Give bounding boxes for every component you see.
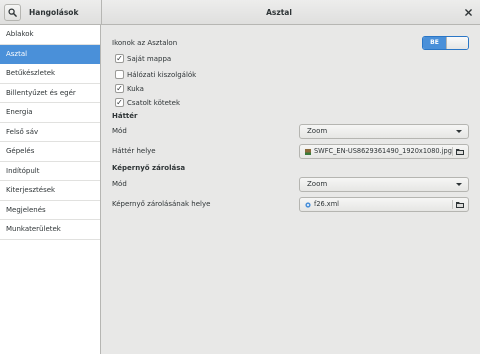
sidebar-item-ablakok[interactable]: Ablakok <box>0 25 100 45</box>
header-bar: Hangolások Asztal <box>0 0 480 25</box>
checkbox[interactable]: ✓ <box>115 54 124 63</box>
desktop-icons-label: Ikonok az Asztalon <box>112 39 178 47</box>
search-icon <box>8 8 17 17</box>
main-content: Ikonok az Asztalon BE ✓ Saját mappa Háló… <box>102 25 480 354</box>
sidebar-item-asztal[interactable]: Asztal <box>0 44 100 64</box>
xml-file-icon <box>305 202 311 208</box>
checkbox-network-servers[interactable]: Hálózati kiszolgálók <box>115 69 196 80</box>
checkbox-trash[interactable]: ✓ Kuka <box>115 83 144 94</box>
background-mode-label: Mód <box>112 127 127 135</box>
sidebar: Ablakok Asztal Betűkészletek Billentyűze… <box>0 25 101 354</box>
switch-knob <box>446 37 468 49</box>
page-title: Asztal <box>266 8 292 17</box>
separator <box>452 200 453 209</box>
chevron-down-icon <box>456 183 462 186</box>
checkbox-label: Kuka <box>127 84 144 93</box>
background-file-chooser[interactable]: SWFC_EN-US8629361490_1920x1080.jpg <box>299 144 469 159</box>
checkbox[interactable] <box>115 70 124 79</box>
check-icon: ✓ <box>116 53 123 63</box>
search-button[interactable] <box>4 4 21 21</box>
separator <box>452 147 453 156</box>
checkbox-mounted-volumes[interactable]: ✓ Csatolt kötetek <box>115 97 180 108</box>
lockscreen-mode-dropdown[interactable]: Zoom <box>299 177 469 192</box>
background-location-label: Háttér helye <box>112 147 156 155</box>
sidebar-item-kiterjesztesek[interactable]: Kiterjesztések <box>0 181 100 201</box>
close-icon <box>464 8 472 16</box>
lockscreen-mode-label: Mód <box>112 180 127 188</box>
sidebar-item-felso-sav[interactable]: Felső sáv <box>0 123 100 142</box>
sidebar-title: Hangolások <box>29 8 79 17</box>
dropdown-value: Zoom <box>307 180 328 188</box>
chevron-down-icon <box>456 130 462 133</box>
dropdown-value: Zoom <box>307 127 328 135</box>
sidebar-item-betukeszletek[interactable]: Betűkészletek <box>0 64 100 84</box>
switch-on-label: BE <box>423 37 446 49</box>
sidebar-item-energia[interactable]: Energia <box>0 103 100 123</box>
checkbox-label: Hálózati kiszolgálók <box>127 70 197 79</box>
sidebar-item-munkateruletek[interactable]: Munkaterületek <box>0 220 100 240</box>
close-button[interactable] <box>462 6 474 18</box>
background-mode-dropdown[interactable]: Zoom <box>299 124 469 139</box>
checkbox[interactable]: ✓ <box>115 84 124 93</box>
checkbox-label: Csatolt kötetek <box>127 98 181 107</box>
folder-icon <box>456 202 464 208</box>
check-icon: ✓ <box>116 83 123 93</box>
file-name: f26.xml <box>314 200 339 208</box>
sidebar-item-megjelenes[interactable]: Megjelenés <box>0 201 100 220</box>
sidebar-item-gepeles[interactable]: Gépelés <box>0 142 100 162</box>
desktop-icons-switch[interactable]: BE <box>422 36 469 50</box>
lockscreen-location-label: Képernyő zárolásának helye <box>112 200 211 208</box>
folder-icon <box>456 149 464 155</box>
checkbox-home-folder[interactable]: ✓ Saját mappa <box>115 53 171 64</box>
check-icon: ✓ <box>116 97 123 107</box>
image-file-icon <box>305 149 311 155</box>
lockscreen-heading: Képernyő zárolása <box>112 164 186 172</box>
background-heading: Háttér <box>112 112 138 120</box>
lockscreen-file-chooser[interactable]: f26.xml <box>299 197 469 212</box>
checkbox[interactable]: ✓ <box>115 98 124 107</box>
checkbox-label: Saját mappa <box>127 54 172 63</box>
file-name: SWFC_EN-US8629361490_1920x1080.jpg <box>314 147 452 155</box>
sidebar-item-billentyuzet-es-eger[interactable]: Billentyűzet és egér <box>0 84 100 103</box>
sidebar-item-inditopult[interactable]: Indítópult <box>0 162 100 181</box>
